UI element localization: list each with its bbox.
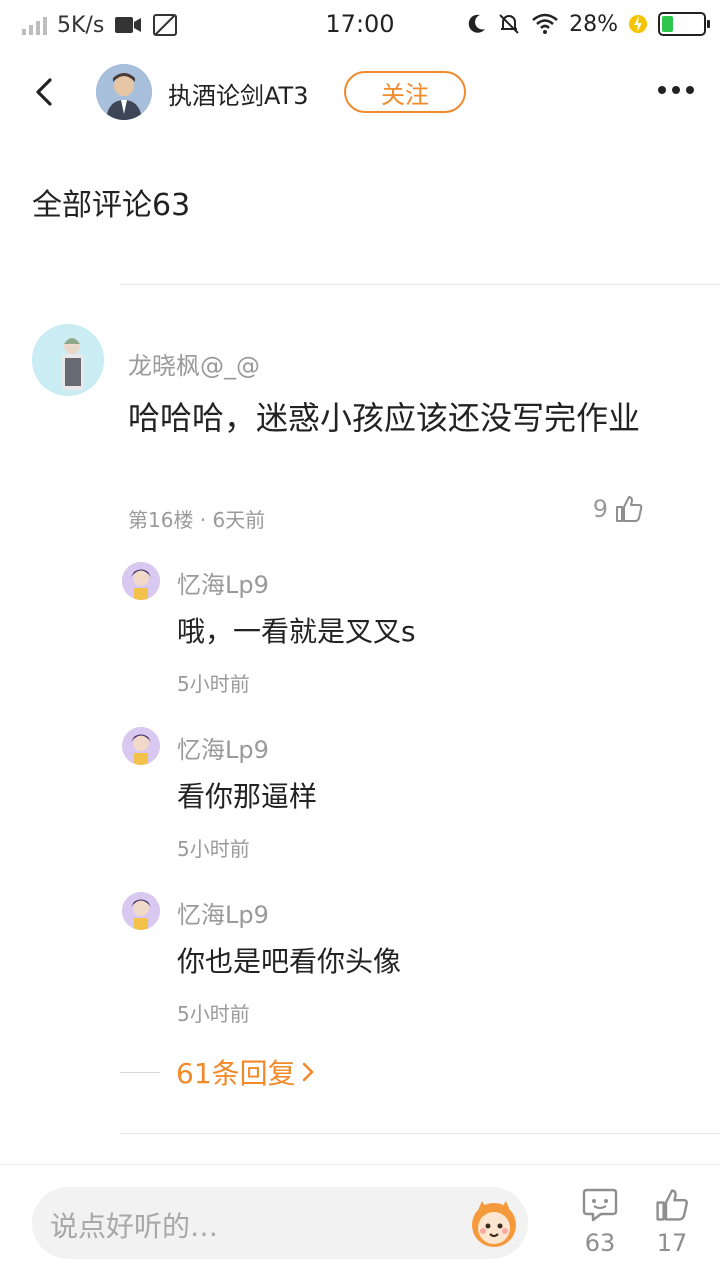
- comment-count-button[interactable]: 63: [570, 1187, 630, 1257]
- reply-time: 5小时前: [177, 672, 250, 696]
- comment-count: 63: [584, 1229, 616, 1257]
- author-name[interactable]: 执酒论剑AT3: [168, 76, 308, 111]
- reply-time: 5小时前: [177, 837, 250, 861]
- follow-button[interactable]: 关注: [344, 71, 466, 113]
- battery-icon: [658, 12, 710, 36]
- reply-avatar[interactable]: [122, 562, 160, 600]
- like-count: 17: [656, 1229, 688, 1257]
- commenter-avatar[interactable]: [32, 324, 104, 396]
- mute-icon: [499, 14, 519, 34]
- comment-input-placeholder: 说点好听的…: [50, 1210, 219, 1243]
- back-icon[interactable]: [30, 76, 62, 108]
- moon-icon: [468, 14, 486, 33]
- post-header: 执酒论剑AT3 关注: [0, 56, 720, 128]
- more-replies-label: 61条回复: [176, 1057, 296, 1090]
- reply-user[interactable]: 忆海Lp9: [177, 730, 269, 765]
- status-right: 28%: [465, 8, 710, 40]
- bottom-bar: 说点好听的… 63 17: [0, 1164, 720, 1280]
- more-icon[interactable]: [658, 86, 694, 94]
- like-icon: [656, 1189, 688, 1221]
- reply-user[interactable]: 忆海Lp9: [177, 895, 269, 930]
- reply-item[interactable]: 忆海Lp9 你也是吧看你头像 5小时前: [0, 892, 720, 1042]
- comment-text: 哈哈哈，迷惑小孩应该还没写完作业: [128, 399, 641, 437]
- comment-input[interactable]: 说点好听的…: [32, 1187, 528, 1259]
- chevron-right-icon: [302, 1062, 313, 1082]
- author-avatar[interactable]: [96, 64, 152, 120]
- more-replies-line: [120, 1071, 160, 1073]
- like-count-button[interactable]: 17: [642, 1187, 702, 1257]
- wifi-icon: [532, 13, 558, 34]
- divider-top: [120, 284, 720, 285]
- battery-percent: 28%: [569, 11, 618, 37]
- divider-bottom: [120, 1133, 720, 1134]
- reply-item[interactable]: 忆海Lp9 看你那逼样 5小时前: [0, 727, 720, 877]
- comment-meta: 第16楼 · 6天前: [128, 508, 266, 532]
- comment-icon: [582, 1188, 618, 1222]
- more-replies-link[interactable]: 61条回复: [120, 1052, 316, 1092]
- charging-icon: [629, 15, 647, 33]
- like-icon: [616, 496, 643, 522]
- comments-title: 全部评论63: [32, 188, 191, 223]
- reply-text: 哦，一看就是叉叉s: [177, 615, 416, 648]
- reply-time: 5小时前: [177, 1002, 250, 1026]
- reply-user[interactable]: 忆海Lp9: [177, 565, 269, 600]
- status-bar: 5K/s 17:00 28%: [0, 0, 720, 50]
- mascot-icon[interactable]: [468, 1197, 520, 1249]
- comment-like-count: 9: [592, 495, 608, 523]
- commenter-name[interactable]: 龙晓枫@_@: [128, 346, 260, 381]
- reply-text: 看你那逼样: [177, 780, 318, 813]
- comment-like-button[interactable]: 9: [593, 494, 644, 524]
- reply-text: 你也是吧看你头像: [177, 945, 402, 978]
- reply-avatar[interactable]: [122, 727, 160, 765]
- reply-avatar[interactable]: [122, 892, 160, 930]
- reply-item[interactable]: 忆海Lp9 哦，一看就是叉叉s 5小时前: [0, 562, 720, 712]
